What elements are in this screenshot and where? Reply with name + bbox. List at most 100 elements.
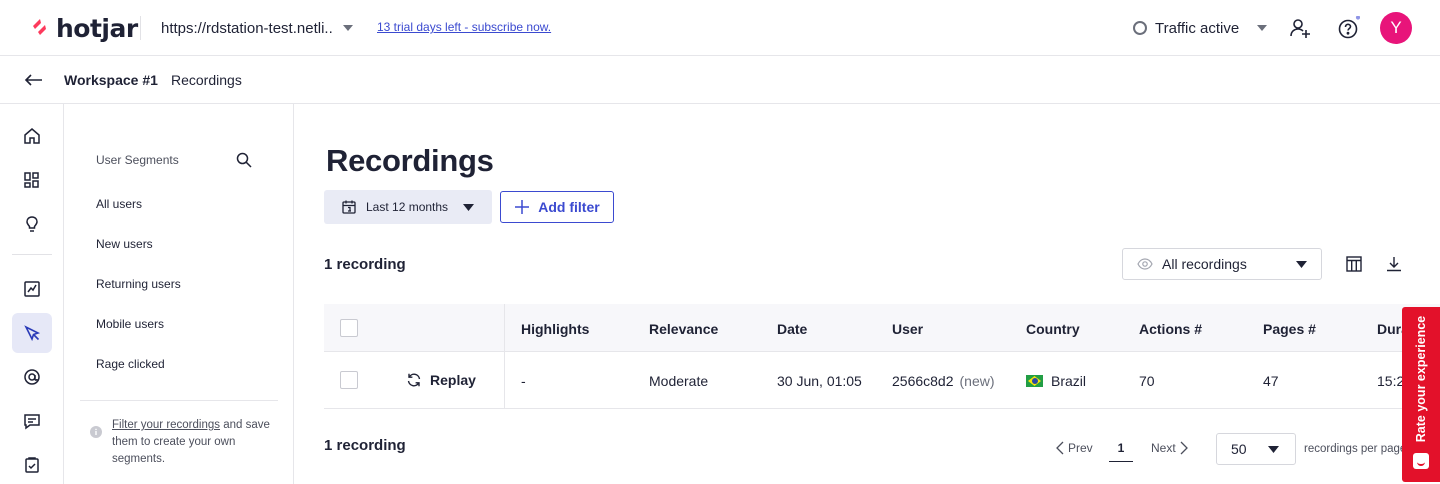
caret-down-icon — [1268, 445, 1279, 453]
divider — [140, 16, 141, 40]
cell-pages: 47 — [1263, 373, 1279, 389]
cell-actions: 70 — [1139, 373, 1155, 389]
back-arrow-icon[interactable] — [22, 68, 46, 92]
nav-feedback[interactable] — [12, 357, 52, 397]
cell-relevance: Moderate — [649, 373, 709, 389]
col-relevance[interactable]: Relevance — [649, 321, 718, 337]
trial-subscribe-link[interactable]: 13 trial days left - subscribe now. — [377, 20, 551, 34]
site-url: https://rdstation-test.netli... — [161, 19, 333, 37]
col-date[interactable]: Date — [777, 321, 807, 337]
col-user[interactable]: User — [892, 321, 923, 337]
help-icon[interactable] — [1336, 16, 1360, 40]
traffic-status-selector[interactable]: Traffic active — [1133, 16, 1268, 40]
col-country[interactable]: Country — [1026, 321, 1080, 337]
breadcrumb-workspace[interactable]: Workspace #1 — [64, 72, 158, 88]
table-row[interactable]: Replay - Moderate 30 Jun, 01:05 2566c8d2… — [324, 352, 1440, 409]
segment-returning-users[interactable]: Returning users — [96, 277, 181, 291]
lightbulb-icon — [26, 216, 38, 232]
per-page-label: recordings per page — [1304, 443, 1402, 455]
info-icon — [90, 426, 102, 438]
segments-title: User Segments — [96, 153, 179, 167]
column-divider — [504, 304, 505, 409]
next-label: Next — [1151, 441, 1176, 455]
top-bar: hotjar https://rdstation-test.netli... 1… — [0, 0, 1440, 56]
breadcrumb: Workspace #1 Recordings — [0, 56, 1440, 104]
invite-user-icon[interactable] — [1288, 16, 1312, 40]
chevron-left-icon — [1056, 441, 1064, 455]
recordings-view-select[interactable]: All recordings — [1122, 248, 1322, 280]
download-icon[interactable] — [1385, 255, 1403, 273]
breadcrumb-current: Recordings — [171, 72, 242, 88]
caret-down-icon — [343, 25, 353, 31]
dashboard-icon — [24, 172, 39, 188]
add-filter-label: Add filter — [538, 199, 600, 215]
logo-text: hotjar — [56, 13, 138, 43]
segments-panel: User Segments All users New users Return… — [64, 104, 294, 484]
recordings-table: Highlights Relevance Date User Country A… — [324, 304, 1440, 409]
user-avatar[interactable]: Y — [1380, 12, 1412, 44]
select-all-checkbox[interactable] — [340, 319, 358, 337]
cell-duration: 15:2 — [1377, 373, 1405, 389]
segment-all-users[interactable]: All users — [96, 197, 142, 211]
date-range-label: Last 12 months — [366, 200, 449, 214]
recording-count-footer: 1 recording — [324, 437, 406, 454]
site-selector[interactable]: https://rdstation-test.netli... — [161, 16, 353, 40]
caret-down-icon — [1257, 25, 1268, 31]
nav-dashboard[interactable] — [12, 160, 52, 200]
col-pages[interactable]: Pages # — [1263, 321, 1316, 337]
segment-mobile-users[interactable]: Mobile users — [96, 317, 164, 331]
status-ring-icon — [1133, 21, 1147, 35]
prev-page-button[interactable]: Prev — [1056, 441, 1093, 455]
recording-count: 1 recording — [324, 256, 406, 273]
table-header: Highlights Relevance Date User Country A… — [324, 304, 1440, 352]
add-filter-button[interactable]: Add filter — [500, 191, 614, 223]
left-navigation — [0, 104, 64, 484]
hotjar-flame-icon — [33, 19, 46, 35]
segment-new-users[interactable]: New users — [96, 237, 153, 251]
nav-home[interactable] — [12, 116, 52, 156]
cell-country: Brazil — [1026, 373, 1086, 389]
col-highlights[interactable]: Highlights — [521, 321, 589, 337]
surveys-icon — [24, 414, 40, 430]
chevron-right-icon — [1180, 441, 1188, 455]
view-select-label: All recordings — [1162, 256, 1247, 272]
brazil-flag-icon — [1026, 375, 1043, 387]
search-icon[interactable] — [235, 151, 253, 169]
nav-insights[interactable] — [12, 204, 52, 244]
nav-recordings[interactable] — [12, 313, 52, 353]
prev-label: Prev — [1068, 441, 1093, 455]
recordings-icon — [24, 325, 41, 342]
per-page-value: 50 — [1231, 441, 1247, 457]
replay-button[interactable]: Replay — [406, 372, 476, 388]
segment-rage-clicked[interactable]: Rage clicked — [96, 357, 165, 371]
next-page-button[interactable]: Next — [1151, 441, 1188, 455]
date-range-filter[interactable]: Last 12 months — [324, 190, 492, 224]
col-actions[interactable]: Actions # — [1139, 321, 1202, 337]
nav-trends[interactable] — [12, 269, 52, 309]
divider — [80, 400, 278, 401]
calendar-icon — [342, 200, 356, 214]
page-title: Recordings — [326, 143, 494, 178]
current-page[interactable]: 1 — [1109, 441, 1133, 462]
segments-help-text: Filter your recordings and save them to … — [112, 417, 282, 468]
hotjar-logo[interactable]: hotjar — [30, 13, 138, 43]
cell-user[interactable]: 2566c8d2 (new) — [892, 373, 995, 389]
smile-icon — [1413, 453, 1429, 469]
cell-date: 30 Jun, 01:05 — [777, 373, 862, 389]
cell-highlights: - — [521, 373, 526, 389]
rate-experience-tab[interactable]: Rate your experience — [1402, 307, 1440, 482]
replay-label: Replay — [430, 372, 476, 388]
nav-checklist[interactable] — [12, 445, 52, 484]
eye-icon — [1137, 258, 1153, 270]
checklist-icon — [25, 457, 39, 473]
nav-surveys[interactable] — [12, 401, 52, 441]
columns-icon[interactable] — [1345, 255, 1363, 273]
row-checkbox[interactable] — [340, 371, 358, 389]
user-new-tag: (new) — [959, 373, 995, 389]
caret-down-icon — [463, 203, 475, 211]
replay-icon — [407, 373, 421, 387]
filter-recordings-link[interactable]: Filter your recordings — [112, 419, 220, 431]
traffic-status-label: Traffic active — [1155, 19, 1240, 37]
per-page-select[interactable]: 50 — [1216, 433, 1296, 465]
home-icon — [24, 128, 40, 144]
